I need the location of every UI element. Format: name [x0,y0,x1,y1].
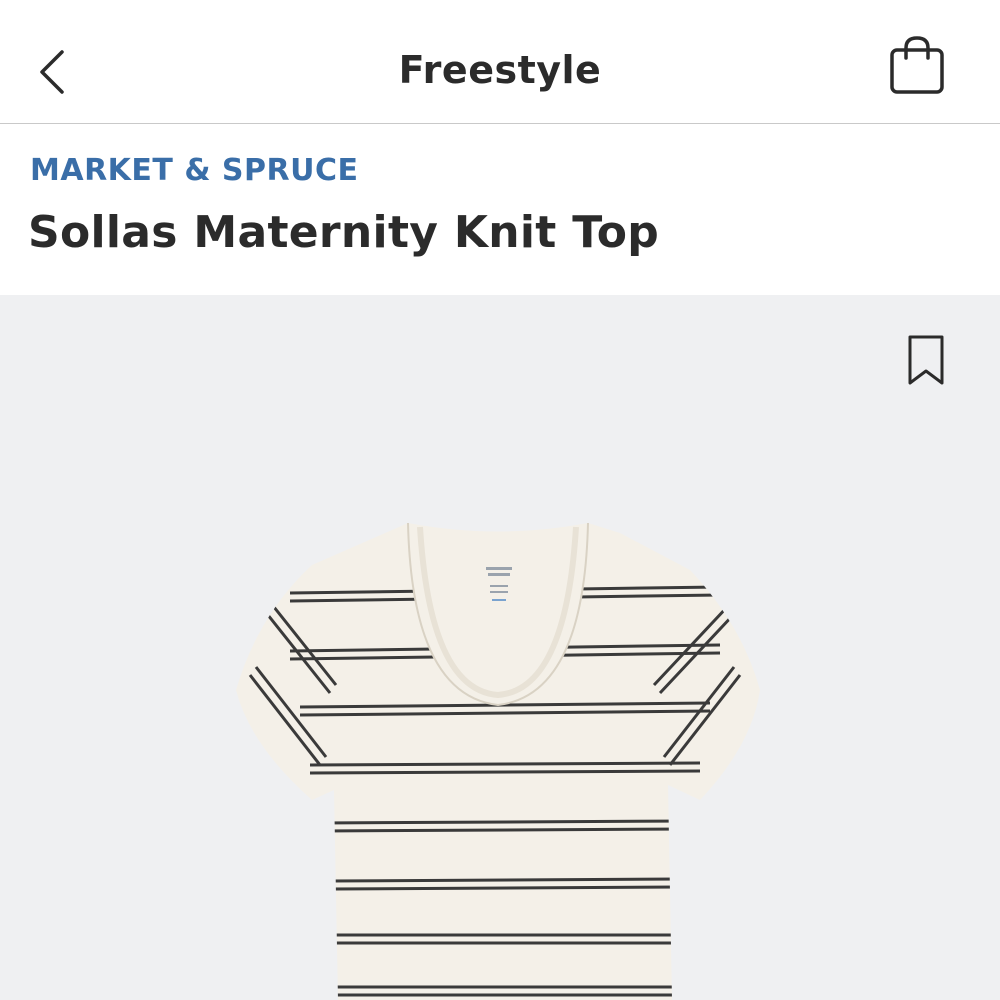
product-title: Sollas Maternity Knit Top [28,207,660,258]
top-nav-bar: Freestyle [0,0,1000,124]
product-image-area [0,295,1000,1000]
bookmark-icon [908,335,944,385]
page-title: Freestyle [398,48,602,92]
product-header: MARKET & SPRUCE Sollas Maternity Knit To… [0,125,1000,295]
save-button[interactable] [902,333,950,389]
shopping-bag-icon [890,36,944,94]
product-image [236,522,760,1000]
shopping-bag-button[interactable] [880,30,954,104]
brand-name[interactable]: MARKET & SPRUCE [30,153,359,188]
